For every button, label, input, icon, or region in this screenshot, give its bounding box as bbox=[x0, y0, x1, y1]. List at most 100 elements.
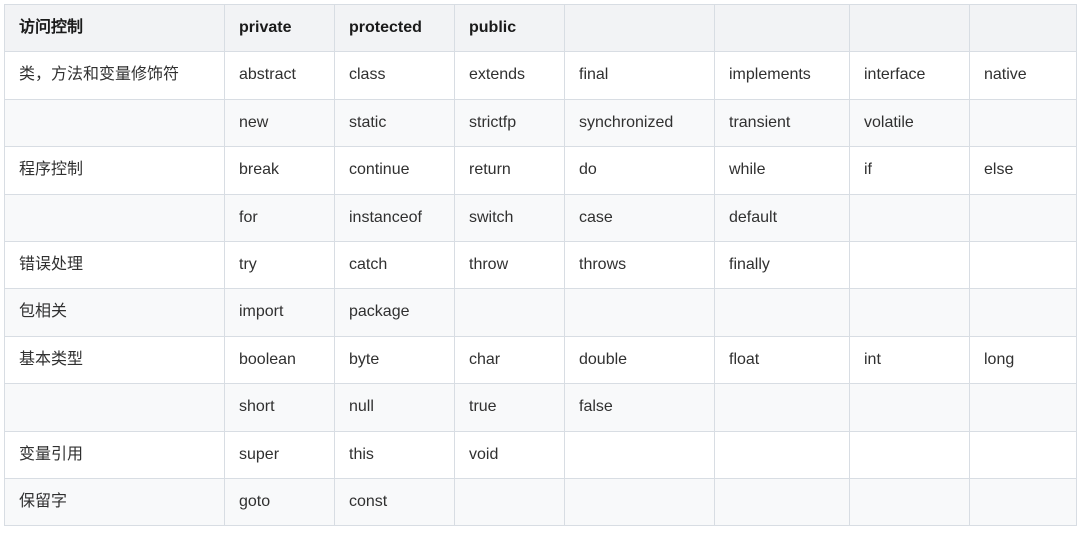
table-cell: 基本类型 bbox=[5, 336, 225, 383]
table-row: for instanceof switch case default bbox=[5, 194, 1077, 241]
table-row: 保留字 goto const bbox=[5, 478, 1077, 525]
table-header-row: 访问控制 private protected public bbox=[5, 5, 1077, 52]
table-cell bbox=[455, 289, 565, 336]
table-cell bbox=[850, 194, 970, 241]
table-cell bbox=[970, 431, 1077, 478]
table-cell bbox=[850, 289, 970, 336]
table-cell: throw bbox=[455, 241, 565, 288]
table-cell: float bbox=[715, 336, 850, 383]
table-cell bbox=[970, 241, 1077, 288]
table-cell: volatile bbox=[850, 99, 970, 146]
table-cell: return bbox=[455, 147, 565, 194]
table-cell: if bbox=[850, 147, 970, 194]
table-cell: native bbox=[970, 52, 1077, 99]
table-cell: new bbox=[225, 99, 335, 146]
table-cell: catch bbox=[335, 241, 455, 288]
table-cell: void bbox=[455, 431, 565, 478]
table-cell bbox=[565, 431, 715, 478]
table-cell: 保留字 bbox=[5, 478, 225, 525]
header-cell bbox=[970, 5, 1077, 52]
table-row: 基本类型 boolean byte char double float int … bbox=[5, 336, 1077, 383]
table-cell: implements bbox=[715, 52, 850, 99]
table-cell: 类，方法和变量修饰符 bbox=[5, 52, 225, 99]
table-cell bbox=[850, 431, 970, 478]
table-cell: int bbox=[850, 336, 970, 383]
table-cell: instanceof bbox=[335, 194, 455, 241]
table-cell: break bbox=[225, 147, 335, 194]
header-cell bbox=[715, 5, 850, 52]
table-row: 程序控制 break continue return do while if e… bbox=[5, 147, 1077, 194]
table-cell: synchronized bbox=[565, 99, 715, 146]
table-cell: default bbox=[715, 194, 850, 241]
table-cell: null bbox=[335, 384, 455, 431]
table-cell bbox=[715, 289, 850, 336]
table-cell bbox=[5, 99, 225, 146]
table-cell: throws bbox=[565, 241, 715, 288]
table-cell: else bbox=[970, 147, 1077, 194]
header-cell: public bbox=[455, 5, 565, 52]
table-cell bbox=[455, 478, 565, 525]
table-cell: switch bbox=[455, 194, 565, 241]
header-cell: 访问控制 bbox=[5, 5, 225, 52]
table-cell: class bbox=[335, 52, 455, 99]
table-cell: extends bbox=[455, 52, 565, 99]
table-row: 变量引用 super this void bbox=[5, 431, 1077, 478]
table-cell: byte bbox=[335, 336, 455, 383]
table-cell: 包相关 bbox=[5, 289, 225, 336]
table-cell: short bbox=[225, 384, 335, 431]
table-cell: 程序控制 bbox=[5, 147, 225, 194]
table-cell bbox=[850, 384, 970, 431]
header-cell: protected bbox=[335, 5, 455, 52]
table-cell: long bbox=[970, 336, 1077, 383]
table-cell: import bbox=[225, 289, 335, 336]
table-cell: do bbox=[565, 147, 715, 194]
table-row: 错误处理 try catch throw throws finally bbox=[5, 241, 1077, 288]
table-cell bbox=[565, 478, 715, 525]
table-cell: abstract bbox=[225, 52, 335, 99]
table-cell bbox=[5, 194, 225, 241]
table-cell: this bbox=[335, 431, 455, 478]
table-cell: package bbox=[335, 289, 455, 336]
table-cell: const bbox=[335, 478, 455, 525]
table-cell: try bbox=[225, 241, 335, 288]
table-cell bbox=[715, 478, 850, 525]
table-cell bbox=[970, 99, 1077, 146]
table-cell: double bbox=[565, 336, 715, 383]
table-row: new static strictfp synchronized transie… bbox=[5, 99, 1077, 146]
table-cell: interface bbox=[850, 52, 970, 99]
table-cell bbox=[565, 289, 715, 336]
table-row: short null true false bbox=[5, 384, 1077, 431]
table-cell bbox=[850, 241, 970, 288]
table-cell bbox=[970, 289, 1077, 336]
table-cell bbox=[850, 478, 970, 525]
table-cell: continue bbox=[335, 147, 455, 194]
table-cell: while bbox=[715, 147, 850, 194]
table-cell: 错误处理 bbox=[5, 241, 225, 288]
header-cell bbox=[850, 5, 970, 52]
keywords-table: 访问控制 private protected public 类，方法和变量修饰符… bbox=[4, 4, 1077, 526]
table-cell: boolean bbox=[225, 336, 335, 383]
table-cell: goto bbox=[225, 478, 335, 525]
table-cell bbox=[715, 384, 850, 431]
table-cell: final bbox=[565, 52, 715, 99]
table-cell: false bbox=[565, 384, 715, 431]
table-cell bbox=[970, 478, 1077, 525]
header-cell: private bbox=[225, 5, 335, 52]
table-row: 类，方法和变量修饰符 abstract class extends final … bbox=[5, 52, 1077, 99]
table-cell: transient bbox=[715, 99, 850, 146]
table-cell bbox=[970, 194, 1077, 241]
table-cell: super bbox=[225, 431, 335, 478]
table-cell: 变量引用 bbox=[5, 431, 225, 478]
table-row: 包相关 import package bbox=[5, 289, 1077, 336]
table-cell: case bbox=[565, 194, 715, 241]
table-cell bbox=[970, 384, 1077, 431]
table-cell bbox=[715, 431, 850, 478]
table-body: 类，方法和变量修饰符 abstract class extends final … bbox=[5, 52, 1077, 526]
table-cell: for bbox=[225, 194, 335, 241]
table-cell: char bbox=[455, 336, 565, 383]
table-cell: finally bbox=[715, 241, 850, 288]
table-cell: static bbox=[335, 99, 455, 146]
table-cell bbox=[5, 384, 225, 431]
header-cell bbox=[565, 5, 715, 52]
table-cell: true bbox=[455, 384, 565, 431]
